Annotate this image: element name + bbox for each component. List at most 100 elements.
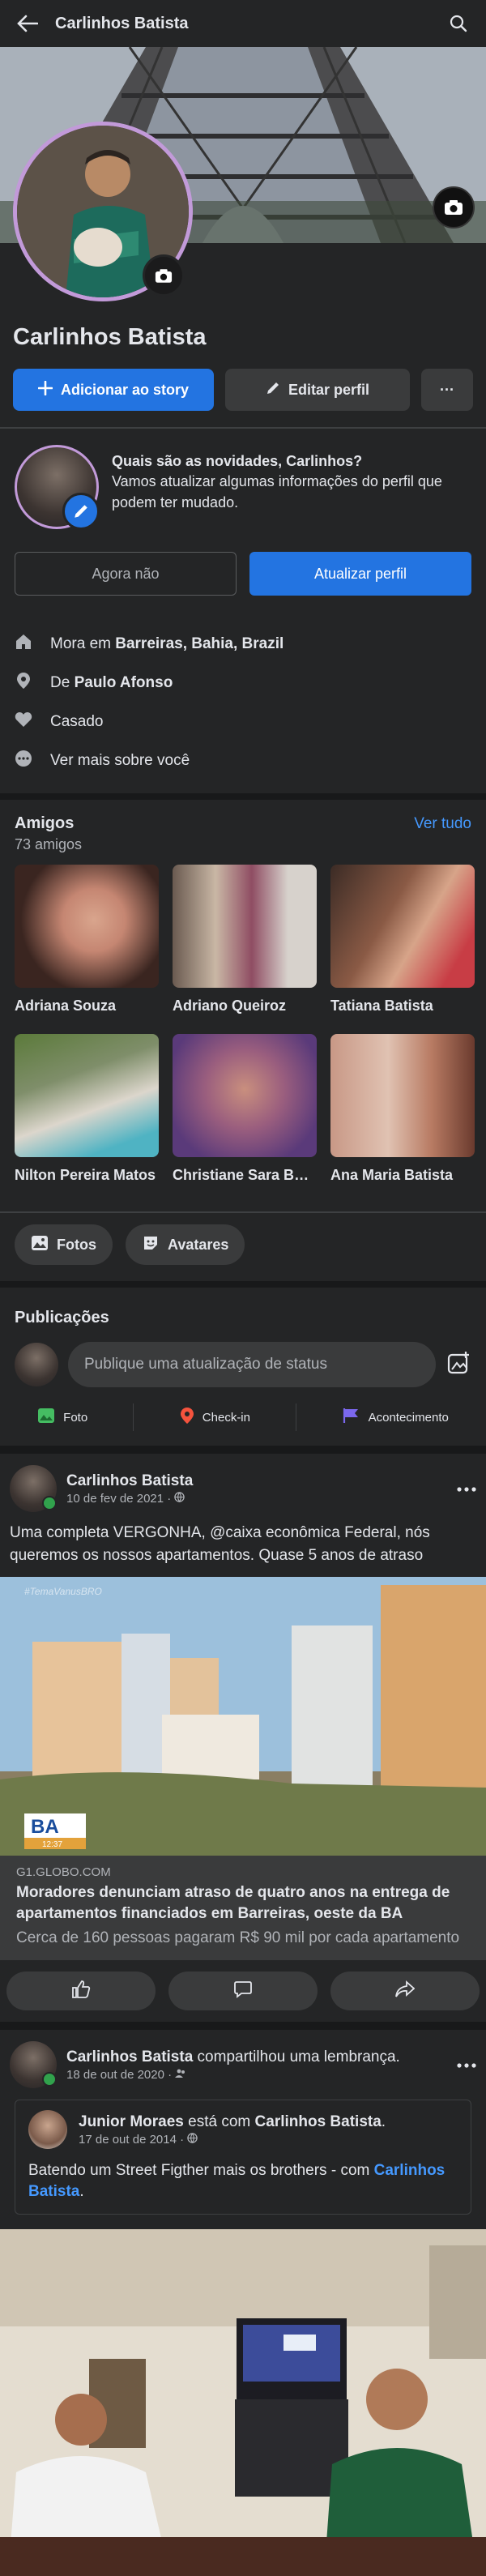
photo-action[interactable]: Foto [37,1403,87,1431]
plus-icon [37,380,53,399]
update-profile-card: Quais são as novidades, Carlinhos? Vamos… [0,427,486,617]
update-body: Vamos atualizar algumas informações do p… [112,473,442,511]
friend-name: Tatiana Batista [330,998,433,1014]
edit-profile-label: Editar perfil [288,381,370,398]
more-icon: ··· [440,381,454,398]
memory-photo[interactable] [0,2229,486,2576]
friend-card[interactable]: Ana Maria Batista [330,1034,475,1184]
comment-icon [234,1980,252,2002]
avatar-camera-icon[interactable] [143,254,185,297]
friends-count: 73 amigos [15,836,83,852]
event-action[interactable]: Acontecimento [343,1403,449,1431]
globe-icon [174,1491,185,1506]
post-text: Uma completa VERGONHA, @caixa econômica … [10,1524,430,1564]
from-row: De Paulo Afonso [15,664,471,703]
comment-button[interactable] [168,1972,318,2010]
share-button[interactable] [330,1972,480,2010]
avatar[interactable] [10,2041,57,2088]
reaction-bar [0,1960,486,2022]
friend-card[interactable]: Nilton Pereira Matos [15,1034,159,1184]
publications-title: Publicações [15,1309,109,1326]
relationship-row: Casado [15,703,471,741]
dismiss-button[interactable]: Agora não [15,552,237,596]
media-chips: Fotos Avatares [0,1211,486,1281]
more-dots-icon [15,750,32,772]
tv-badge: BA [31,1816,59,1838]
lives-in-value[interactable]: Barreiras, Bahia, Brazil [115,635,284,652]
arrow-left-icon[interactable] [15,11,40,36]
see-all-friends-link[interactable]: Ver tudo [414,815,471,833]
avatars-chip[interactable]: Avatares [126,1224,245,1265]
profile-name: Carlinhos Batista [13,324,207,350]
status-input[interactable]: Publique uma atualização de status [68,1342,436,1387]
divider [133,1403,134,1431]
photo-icon [31,1235,49,1255]
memory-author: Junior Moraes está com Carlinhos Batista… [79,2112,386,2130]
search-icon[interactable] [446,11,471,36]
friend-card[interactable]: Tatiana Batista [330,865,475,1015]
profile-actions: Adicionar ao story Editar perfil ··· [13,369,473,411]
photos-chip[interactable]: Fotos [15,1224,113,1265]
apartments-news-image: #TemaVanusBRO BA 12:37 [0,1577,486,1856]
heart-icon [15,711,32,733]
profile-name-block: Carlinhos Batista Adicionar ao story Edi… [0,324,486,427]
memory-date: 17 de out de 2014 · [79,2133,386,2147]
home-icon [15,633,32,656]
add-photo-icon[interactable] [446,1350,471,1380]
update-avatar [15,445,100,530]
friends-title: Amigos [15,814,75,832]
friends-section: Amigos Ver tudo 73 amigos Adriana Souza … [0,800,486,1281]
post-options-icon[interactable] [457,2057,476,2072]
publications-section: Publicações Publique uma atualização de … [0,1288,486,1446]
friend-photo [173,865,317,988]
avatar-sticker-icon [142,1234,160,1256]
update-title: Quais são as novidades, Carlinhos? [112,453,363,469]
friend-card[interactable]: Adriana Souza [15,865,159,1015]
post-date: 10 de fev de 2021 · [66,1492,447,1506]
globe-icon [187,2132,198,2147]
add-story-label: Adicionar ao story [60,381,190,398]
flag-icon [343,1408,360,1427]
post: Carlinhos Batista compartilhou uma lembr… [0,2030,486,2576]
update-profile-button[interactable]: Atualizar perfil [249,552,471,596]
memory-text: Batendo um Street Figther mais os brothe… [28,2162,446,2200]
location-pin-icon [15,672,32,694]
profile-header [0,122,486,324]
post-author[interactable]: Carlinhos Batista [66,1472,447,1490]
shared-memory[interactable]: Junior Moraes está com Carlinhos Batista… [15,2100,471,2215]
about-section: Mora em Barreiras, Bahia, Brazil De Paul… [0,617,486,793]
friend-name: Christiane Sara Batista [173,1167,317,1183]
see-more-about-row[interactable]: Ver mais sobre você [15,741,471,780]
edit-profile-button[interactable]: Editar perfil [225,369,410,411]
post-image[interactable]: #TemaVanusBRO BA 12:37 [0,1577,486,1856]
image-overlay-text: #TemaVanusBRO [24,1586,102,1597]
from-value[interactable]: Paulo Afonso [75,674,173,691]
tv-time: 12:37 [42,1840,62,1849]
link-description: Cerca de 160 pessoas pagaram R$ 90 mil p… [16,1929,460,1946]
lives-in-row: Mora em Barreiras, Bahia, Brazil [15,625,471,664]
link-domain: G1.GLOBO.COM [16,1865,111,1879]
post-author: Carlinhos Batista compartilhou uma lembr… [66,2048,400,2065]
friend-card[interactable]: Christiane Sara Batista [173,1034,317,1184]
avatar[interactable] [28,2110,67,2149]
more-options-button[interactable]: ··· [421,369,473,411]
friend-photo [330,1034,475,1157]
friends-gaming-image [0,2229,486,2576]
link-title: Moradores denunciam atraso de quatro ano… [16,1884,450,1922]
thumbs-up-icon [71,1980,91,2002]
friend-name: Adriano Queiroz [173,998,287,1014]
friend-card[interactable]: Adriano Queiroz [173,865,317,1015]
friends-icon [175,2068,186,2082]
avatar[interactable] [15,1343,58,1386]
pencil-icon[interactable] [62,493,100,530]
like-button[interactable] [6,1972,156,2010]
link-preview[interactable]: G1.GLOBO.COM Moradores denunciam atraso … [0,1856,486,1960]
friend-photo [330,865,475,988]
camera-icon[interactable] [433,186,475,229]
avatar[interactable] [10,1465,57,1512]
post: Carlinhos Batista 10 de fev de 2021 · Um… [0,1454,486,2022]
add-story-button[interactable]: Adicionar ao story [13,369,214,411]
post-options-icon[interactable] [457,1481,476,1496]
friend-name: Ana Maria Batista [330,1167,454,1183]
checkin-action[interactable]: Check-in [180,1403,250,1431]
